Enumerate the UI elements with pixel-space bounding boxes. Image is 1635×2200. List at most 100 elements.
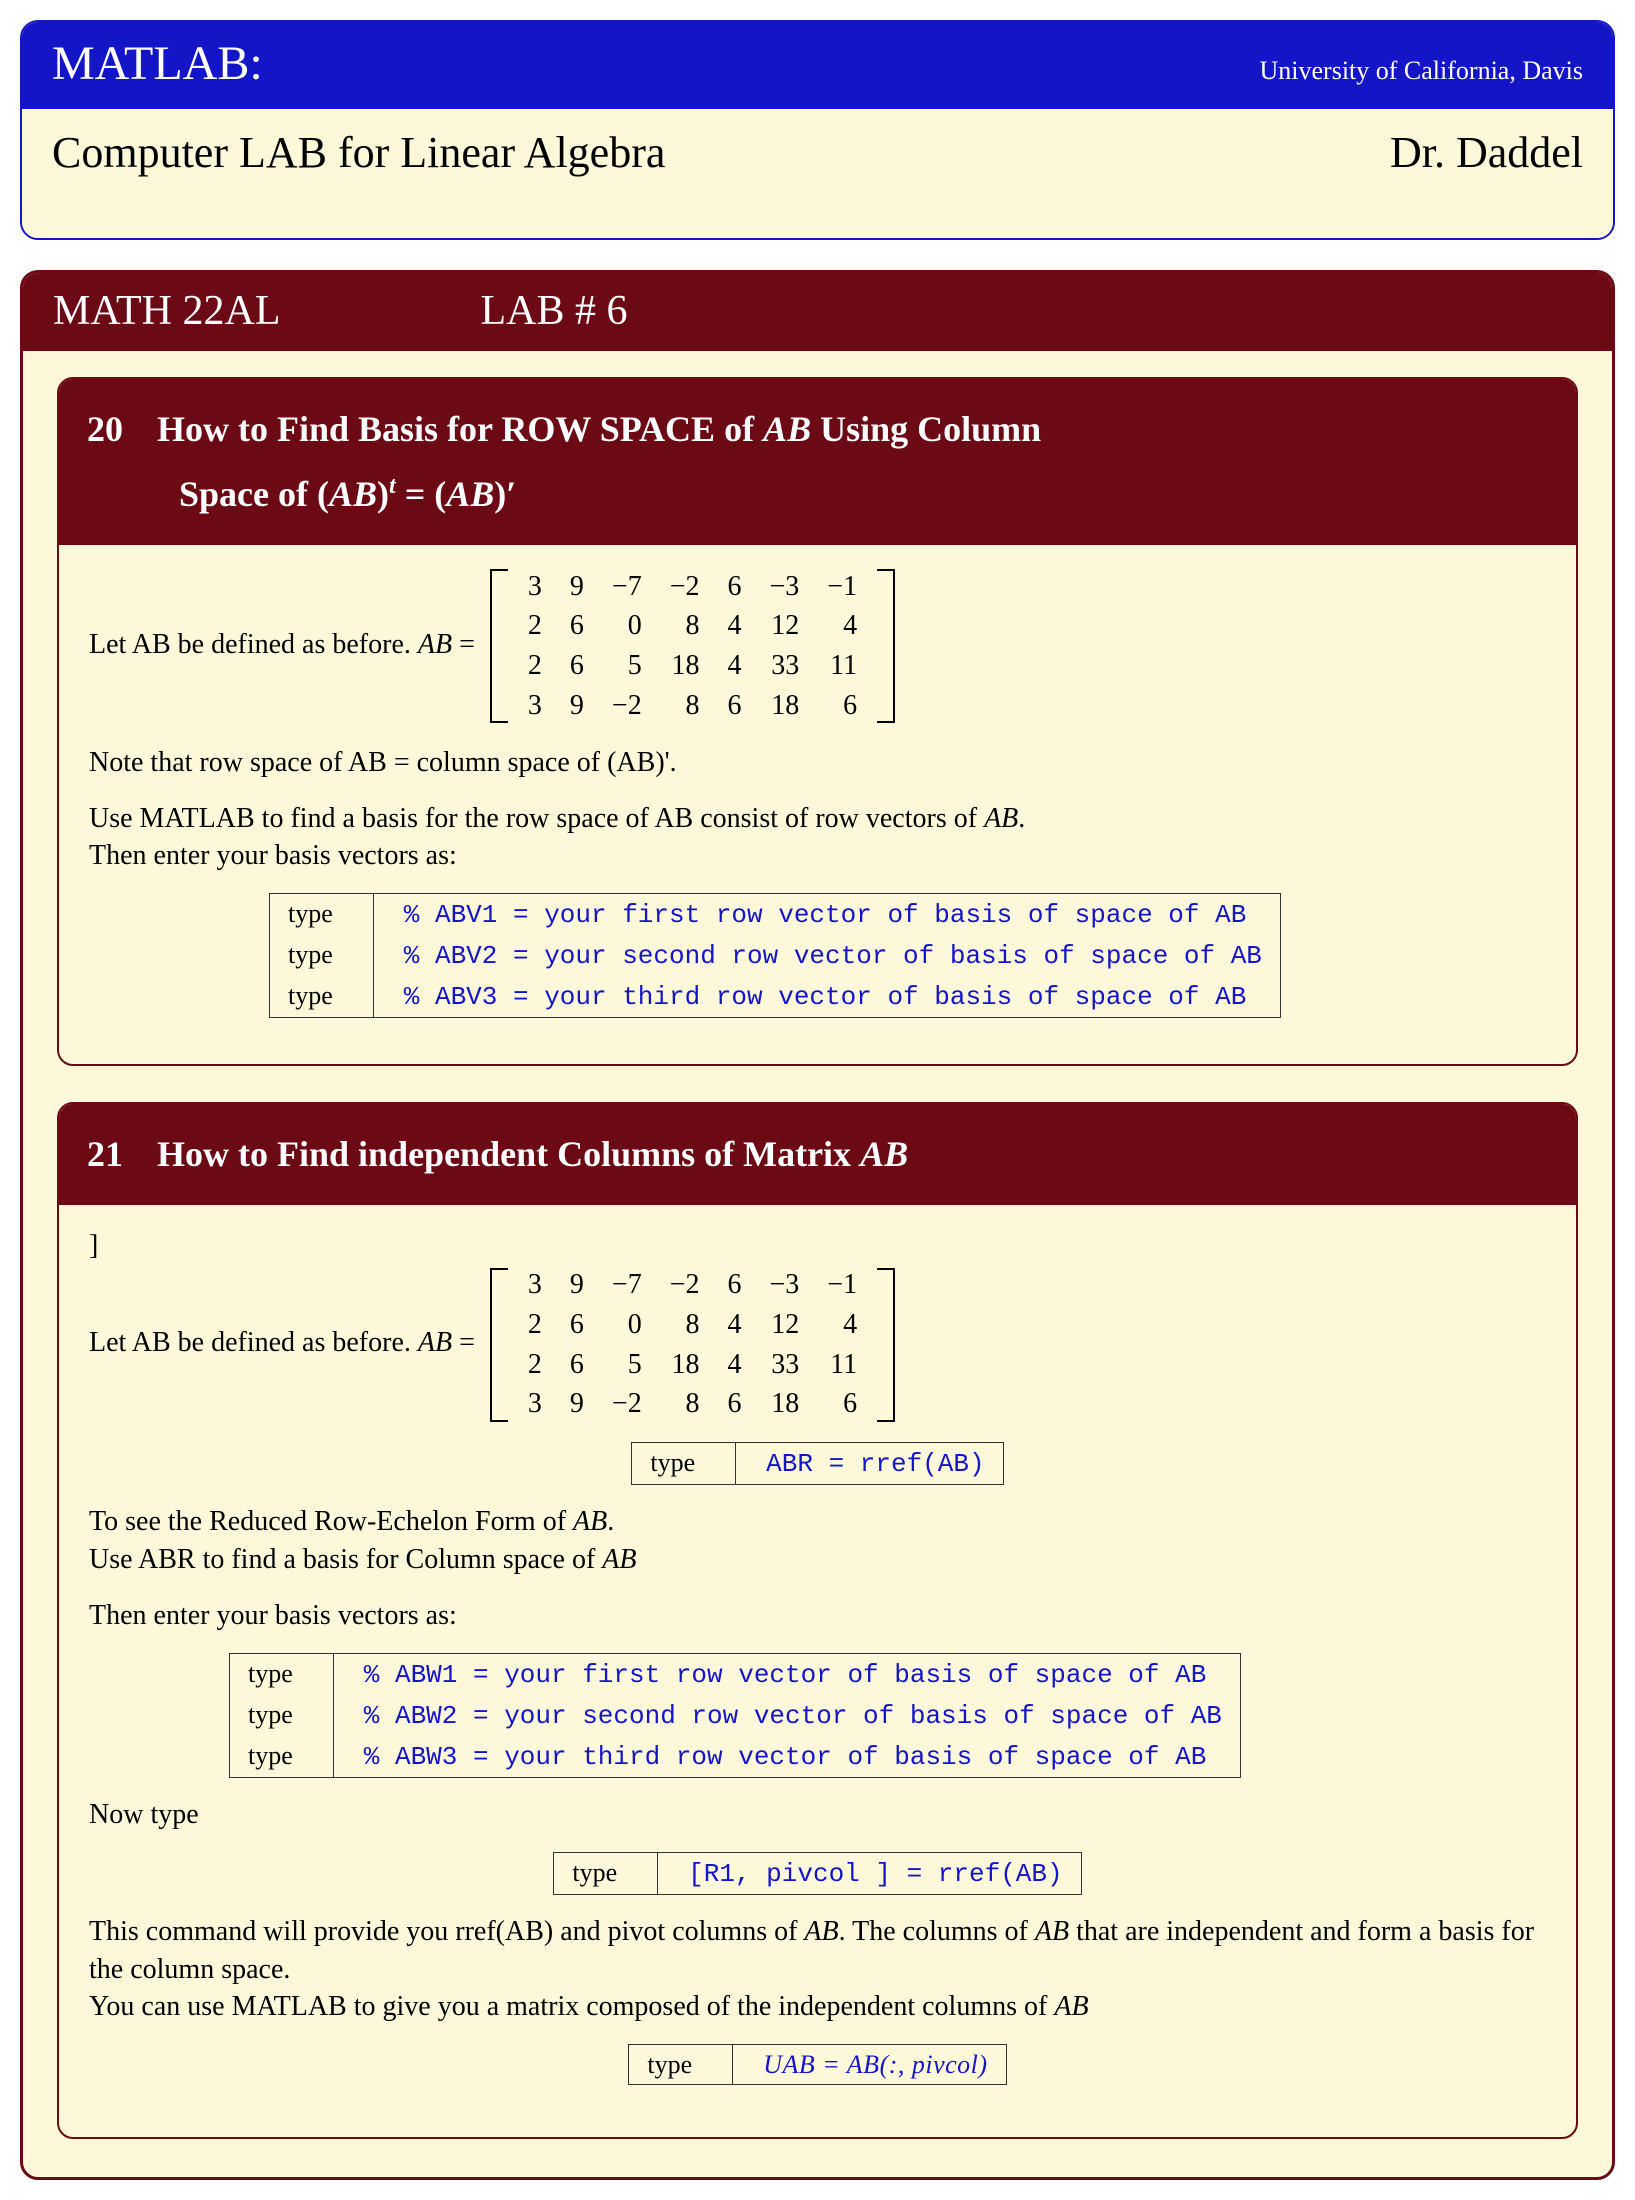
matrix-cell: −1	[813, 567, 871, 607]
matrix-cell: 9	[556, 686, 598, 726]
section-20: 20How to Find Basis for ROW SPACE of AB …	[57, 377, 1578, 1066]
blue-header: MATLAB: University of California, Davis	[22, 22, 1613, 109]
s20-title-a: How to Find Basis for ROW SPACE of	[157, 409, 763, 449]
s20-then: Then enter your basis vectors as:	[89, 840, 457, 871]
code-content: % ABV1 = your first row vector of basis …	[374, 894, 1280, 935]
matrix-cell: 6	[813, 686, 871, 726]
matrix-cell: 3	[514, 1384, 556, 1424]
matrix-cell: 4	[714, 1305, 756, 1345]
s21-p1-ab: AB	[573, 1506, 607, 1537]
matrix-ab-1: 39−7−26−3−126084124265184331139−286186	[490, 567, 895, 726]
matrix-cell: 18	[756, 686, 814, 726]
s20-l2-end: )′	[494, 474, 516, 514]
section-21-header: 21How to Find independent Columns of Mat…	[59, 1104, 1576, 1205]
matrix-cell: 18	[656, 646, 714, 686]
section-21: 21How to Find independent Columns of Mat…	[57, 1102, 1578, 2139]
s21-p1-end: .	[607, 1506, 614, 1537]
matrix-cell: 2	[514, 1305, 556, 1345]
s20-l2-sup: t	[389, 473, 396, 499]
s20-intro-ab: AB	[418, 629, 452, 660]
matrix-cell: −2	[656, 1265, 714, 1305]
matrix-cell: 4	[714, 606, 756, 646]
matrix-cell: 8	[656, 606, 714, 646]
matrix-ab-2: 39−7−26−3−126084124265184331139−286186	[490, 1265, 895, 1424]
matrix-cell: 8	[656, 686, 714, 726]
matrix-cell: 33	[756, 646, 814, 686]
header-university: University of California, Davis	[1260, 56, 1584, 86]
s21-p1-a: To see the Reduced Row-Echelon Form of	[89, 1506, 573, 1537]
matrix-cell: 9	[556, 1384, 598, 1424]
s20-use-ab: AB	[984, 803, 1018, 834]
matrix-cell: −3	[756, 567, 814, 607]
matrix-cell: 12	[756, 1305, 814, 1345]
header-author: Dr. Daddel	[1390, 127, 1583, 178]
code-content: % ABW3 = your third row vector of basis …	[334, 1736, 1240, 1777]
s21-code-rref: type ABR = rref(AB)	[631, 1442, 1003, 1485]
matrix-cell: 18	[756, 1384, 814, 1424]
matrix-cell: 3	[514, 1265, 556, 1305]
s20-code-box: type% ABV1 = your first row vector of ba…	[269, 893, 1281, 1018]
s20-intro-a: Let AB be defined as before.	[89, 629, 418, 660]
matrix-cell: 33	[756, 1345, 814, 1385]
code-content: % ABV2 = your second row vector of basis…	[374, 935, 1280, 976]
code-type-label: type	[270, 894, 374, 935]
section-20-body: Let AB be defined as before. AB = 39−7−2…	[59, 545, 1576, 1065]
main-card: MATH 22AL LAB # 6 20How to Find Basis fo…	[20, 270, 1615, 2180]
code-r: ABR = rref(AB)	[736, 1443, 1002, 1484]
s21-code-piv: type [R1, pivcol ] = rref(AB)	[553, 1852, 1081, 1895]
matrix-cell: 4	[714, 646, 756, 686]
code-type-label: type	[230, 1736, 334, 1777]
s21-p2-ab: AB	[602, 1544, 636, 1575]
code-type-label: type	[230, 1654, 334, 1695]
s21-code-uab: type UAB = AB(:, pivcol)	[628, 2044, 1006, 2085]
matrix-cell: 18	[656, 1345, 714, 1385]
s21-p2-a: Use ABR to find a basis for Column space…	[89, 1544, 602, 1575]
s20-title-ab: AB	[763, 409, 811, 449]
matrix-cell: 5	[598, 1345, 656, 1385]
inner-content: 20How to Find Basis for ROW SPACE of AB …	[23, 351, 1612, 2177]
matrix-cell: 6	[714, 567, 756, 607]
code-r: UAB = AB(:, pivcol)	[733, 2045, 1005, 2084]
code-l: type	[632, 1443, 736, 1484]
matrix-cell: 6	[556, 1345, 598, 1385]
s21-intro-a: Let AB be defined as before.	[89, 1327, 418, 1358]
matrix-cell: 8	[656, 1384, 714, 1424]
matrix-cell: 2	[514, 606, 556, 646]
matrix-cell: 4	[813, 1305, 871, 1345]
matrix-cell: 6	[714, 686, 756, 726]
matrix-cell: 3	[514, 567, 556, 607]
matrix-cell: 6	[556, 1305, 598, 1345]
code-content: % ABV3 = your third row vector of basis …	[374, 976, 1280, 1017]
matrix-cell: −2	[598, 686, 656, 726]
s21-p3-ab2: AB	[1035, 1916, 1069, 1947]
matrix-cell: 6	[714, 1384, 756, 1424]
s20-l2-eq: = (	[396, 474, 447, 514]
code-r: [R1, pivcol ] = rref(AB)	[658, 1853, 1080, 1894]
matrix-cell: −7	[598, 1265, 656, 1305]
matrix-cell: 2	[514, 1345, 556, 1385]
s21-p3-b: . The columns of	[839, 1916, 1035, 1947]
s20-l2-ab1: AB	[329, 474, 377, 514]
matrix-cell: −2	[656, 567, 714, 607]
code-l: type	[629, 2045, 733, 2084]
s21-intro-ab: AB	[418, 1327, 452, 1358]
code-type-label: type	[270, 976, 374, 1017]
matrix-cell: 2	[514, 646, 556, 686]
sub-header: Computer LAB for Linear Algebra Dr. Dadd…	[22, 109, 1613, 238]
code-type-label: type	[230, 1695, 334, 1736]
matrix-cell: 8	[656, 1305, 714, 1345]
course-header: MATH 22AL LAB # 6	[23, 273, 1612, 351]
matrix-cell: 9	[556, 1265, 598, 1305]
matrix-cell: −7	[598, 567, 656, 607]
matrix-cell: 3	[514, 686, 556, 726]
matrix-cell: 6	[556, 646, 598, 686]
s20-title-b: Using Column	[811, 409, 1041, 449]
course-code: MATH 22AL	[53, 287, 281, 335]
section-20-header: 20How to Find Basis for ROW SPACE of AB …	[59, 379, 1576, 545]
matrix-cell: 11	[813, 1345, 871, 1385]
section-21-body: ] Let AB be defined as before. AB = 39−7…	[59, 1205, 1576, 2137]
code-l: type	[554, 1853, 658, 1894]
matrix-cell: 9	[556, 567, 598, 607]
code-type-label: type	[270, 935, 374, 976]
matrix-cell: −2	[598, 1384, 656, 1424]
